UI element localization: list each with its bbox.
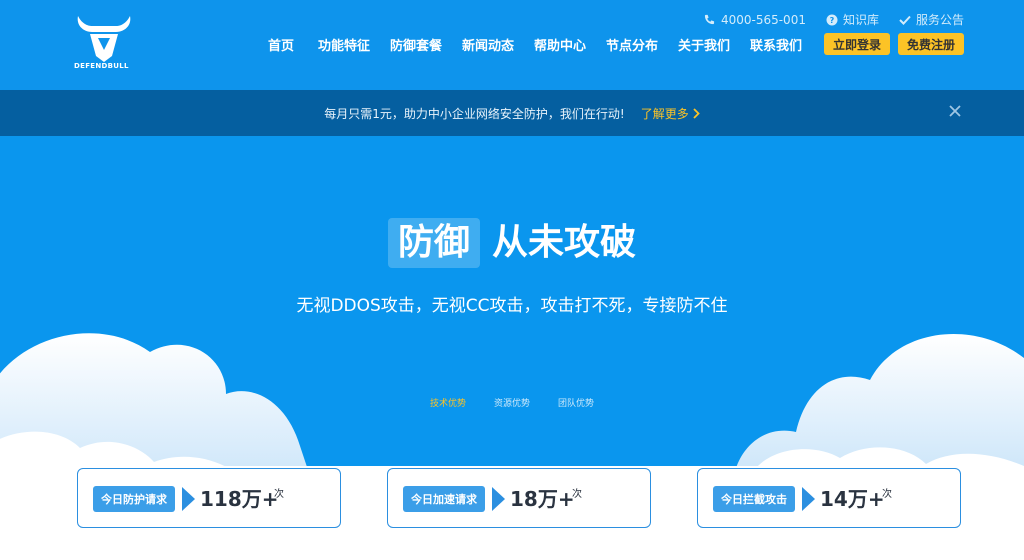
login-button[interactable]: 立即登录 (824, 33, 890, 55)
nav-item-features[interactable]: 功能特征 (318, 35, 390, 54)
phone-icon (704, 14, 716, 26)
svg-text:?: ? (830, 16, 835, 25)
stat-label: 今日拦截攻击 (713, 486, 795, 512)
close-icon[interactable] (948, 104, 962, 118)
stat-unit: 次 (882, 489, 892, 500)
stat-label: 今日防护请求 (93, 486, 175, 512)
phone-number: 4000-565-001 (720, 12, 806, 27)
nav-item-home[interactable]: 首页 (268, 35, 318, 54)
advantage-tabs: 技术优势 资源优势 团队优势 (0, 396, 1024, 409)
cloud-right-decoration (736, 334, 1024, 466)
chevron-right-icon (693, 107, 700, 119)
triangle-right-icon (492, 487, 505, 511)
stat-card-acceleration: 今日加速请求 18万+ 次 (387, 468, 651, 528)
triangle-right-icon (182, 487, 195, 511)
cloud-left-decoration (0, 333, 307, 466)
stat-label: 今日加速请求 (403, 486, 485, 512)
hero-title: 防御 从未攻破 (0, 218, 1024, 268)
nav-item-contact[interactable]: 联系我们 (750, 35, 822, 54)
nav-item-about[interactable]: 关于我们 (678, 35, 750, 54)
notice-bar: 每月只需1元，助力中小企业网络安全防护，我们在行动! 了解更多 (0, 90, 1024, 136)
nav-item-nodes[interactable]: 节点分布 (606, 35, 678, 54)
stat-value: 14万+ (820, 487, 885, 511)
nav-item-help[interactable]: 帮助中心 (534, 35, 606, 54)
register-button[interactable]: 免费注册 (898, 33, 964, 55)
stat-unit: 次 (274, 489, 284, 500)
main-nav: 首页 功能特征 防御套餐 新闻动态 帮助中心 节点分布 关于我们 联系我们 (268, 35, 822, 54)
learn-more-link[interactable]: 了解更多 (641, 105, 700, 122)
stat-value: 118万+ (200, 487, 279, 511)
nav-item-plans[interactable]: 防御套餐 (390, 35, 462, 54)
stat-value: 18万+ (510, 487, 575, 511)
stat-card-blocked: 今日拦截攻击 14万+ 次 (697, 468, 961, 528)
hero-title-highlight: 防御 (387, 218, 480, 268)
hero-title-text: 从未攻破 (492, 222, 637, 263)
tab-tech[interactable]: 技术优势 (430, 396, 466, 409)
announcement-label: 服务公告 (915, 13, 964, 27)
stats-section: 今日防护请求 118万+ 次 今日加速请求 18万+ 次 今日拦截攻击 14万+… (0, 466, 1024, 560)
tab-resource[interactable]: 资源优势 (494, 396, 530, 409)
question-icon: ? (826, 14, 838, 26)
site-header: DEFENDBULL 4000-565-001 ? 知识库 服务公告 首页 功能… (0, 0, 1024, 90)
logo-text: DEFENDBULL (74, 62, 129, 70)
triangle-right-icon (802, 487, 815, 511)
knowledge-base-label: 知识库 (842, 13, 879, 27)
check-icon (899, 14, 911, 26)
hero-subtitle: 无视DDOS攻击，无视CC攻击，攻击打不死，专接防不住 (296, 296, 728, 316)
announcement-link[interactable]: 服务公告 (899, 11, 964, 28)
notice-text: 每月只需1元，助力中小企业网络安全防护，我们在行动! (324, 106, 625, 121)
phone-link[interactable]: 4000-565-001 (704, 11, 806, 28)
hero-banner: 防御 从未攻破 无视DDOS攻击，无视CC攻击，攻击打不死，专接防不住 技术优势… (0, 136, 1024, 466)
stat-card-protection: 今日防护请求 118万+ 次 (77, 468, 341, 528)
learn-more-label: 了解更多 (640, 106, 689, 121)
tab-team[interactable]: 团队优势 (558, 396, 594, 409)
nav-item-news[interactable]: 新闻动态 (462, 35, 534, 54)
knowledge-base-link[interactable]: ? 知识库 (826, 11, 879, 28)
stat-unit: 次 (572, 489, 582, 500)
top-utility-bar: 4000-565-001 ? 知识库 服务公告 (704, 11, 964, 28)
